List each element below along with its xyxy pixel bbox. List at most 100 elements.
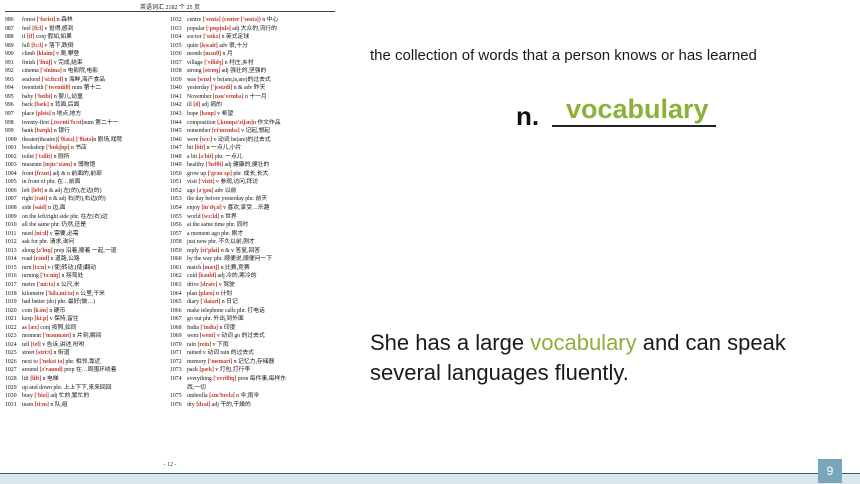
vocab-entry: 1008 side [said] n 边,面: [5, 204, 165, 213]
vocab-entry-text: soccer ['sɒkə] n 英式足球: [187, 34, 250, 41]
vocab-entry-number: 1071: [170, 350, 182, 357]
vocab-entry: 1010 all the same phr. 仍然,还是: [5, 221, 165, 230]
vocab-entry-text: match [mætʃ] n 比赛,竞赛: [187, 264, 250, 271]
vocab-entry-text: left [left] n & adj 左(的),左边(的): [22, 187, 102, 194]
vocab-entry-text: next to ['nekst tə] phr. 相邻,靠近: [22, 358, 101, 365]
vocab-entry-text: at the same time phr. 同时: [187, 222, 249, 229]
vocab-entry: 997 place [pleis] n 地点,地方: [5, 110, 165, 119]
vocab-entry-number: 988: [5, 34, 14, 41]
vocab-entry-text: lift [lift] n 电梯: [22, 375, 59, 382]
vocab-entry-text: metre ['mi:tə] n 公尺,米: [22, 281, 80, 288]
vocab-entry-number: 1041: [170, 93, 182, 100]
vocab-entry-text: just now phr. 不久以前,刚才: [187, 239, 255, 246]
vocab-entry-number: 1010: [5, 222, 17, 229]
vocab-entry-number: 1036: [170, 51, 182, 58]
vocab-entry: 1025 street [stri:t] n 街道: [5, 349, 165, 358]
vocab-entry-number: 1012: [5, 239, 17, 246]
vocab-entry: 1036 month [mʌnθ] n 月: [170, 50, 335, 59]
vocab-entry: 992 cinema ['sinimə] n 电影院,电影: [5, 67, 165, 76]
vocab-entry-text: side [said] n 边,面: [22, 205, 66, 212]
vocab-entry-number: 1031: [5, 401, 17, 408]
vocab-entry: 1067 go out phr. 外出,到外面: [170, 315, 335, 324]
vocab-entry-number: 1052: [170, 187, 182, 194]
vocab-entry: 1026 next to ['nekst tə] phr. 相邻,靠近: [5, 358, 165, 367]
vocab-entry-number: 991: [5, 59, 14, 66]
vocab-entry-number: 1066: [170, 307, 182, 314]
vocab-entry-number: 1009: [5, 213, 17, 220]
vocab-entry-number: 1003: [5, 162, 17, 169]
vocab-entry-number: 1026: [5, 358, 17, 365]
vocab-entry: 999 bank [bæŋk] n 银行: [5, 127, 165, 136]
vocab-entry: 1042 ill [il] adj 病的: [170, 101, 335, 110]
vocab-entry-text: baby ['beibi] n 婴儿,幼童: [22, 93, 83, 100]
vocab-entry-number: 1063: [170, 281, 182, 288]
vocab-entry-text: strong [strɒŋ] adj 强壮的,坚强的: [187, 68, 267, 75]
vocab-entry-number: 1040: [170, 85, 182, 92]
vocab-entry-number: 1035: [170, 42, 182, 49]
vocab-entry-text: rained v 动词 rain 的过去式: [187, 350, 254, 357]
vocab-entry-number: 1067: [170, 316, 182, 323]
vocab-entry: 1043 hope [həup] v 希望: [170, 110, 335, 119]
definition-text: the collection of words that a person kn…: [370, 47, 757, 64]
vocab-entry: 991 finish ['finiʃ] v 完成,结束: [5, 59, 165, 68]
vocab-list-header: 英语词汇 2182 个 25 页: [139, 5, 200, 11]
vocab-entry-text: hope [həup] v 希望: [187, 111, 234, 118]
vocab-entry-number: 1013: [5, 247, 17, 254]
vocab-entry-text: enjoy [in'dʒɔi] v 喜欢,享受…乐趣: [187, 205, 270, 212]
vocab-entry-number: 1056: [170, 222, 182, 229]
vocab-entry: 998 twenty-first [,twenti'fɜ:st]num 第二十一: [5, 119, 165, 128]
vocab-entry-number: 1004: [5, 170, 17, 177]
vocab-entry-text: keep [ki:p] v 保持,留住: [22, 316, 79, 323]
vocab-entry-text: month [mʌnθ] n 月: [187, 51, 233, 58]
vocab-entry-number: 1072: [170, 358, 182, 365]
vocab-entry: 1074 everything ['evriθiŋ] pron 每件事,每样东: [170, 375, 335, 384]
vocab-entry-text: reply [ri'plai] n & v 答复,回答: [187, 247, 261, 254]
vocab-entry-text: ill [il] adj 病的: [187, 102, 222, 109]
vocab-entry: 1063 drive [draiv] v 驾驶: [170, 281, 335, 290]
vocab-entry-number: 1065: [170, 299, 182, 306]
vocab-entry: 1040 yesterday ['jestədi] n & adv 昨天: [170, 84, 335, 93]
vocab-entry-number: 992: [5, 68, 14, 75]
vocab-entry-number: 1032: [170, 17, 182, 23]
vocab-entry-number: 1014: [5, 256, 17, 263]
vocab-entry: 1057 a moment ago phr. 刚才: [170, 230, 335, 239]
vocab-entry: 993 seafood ['si:fu:d] n 海鲜,海产食品: [5, 76, 165, 85]
vocab-entry-text: all the same phr. 仍然,还是: [22, 222, 87, 229]
vocab-entry: 1073 pack [pæk] v 打包,打行李: [170, 366, 335, 375]
vocab-column-right: 1032 centre ['sentə] (center ['sentə]) n …: [170, 16, 335, 409]
vocab-entry: 1009 on the left/right side phr. 在左(右)边: [5, 213, 165, 222]
vocab-entry-number: 1008: [5, 205, 17, 212]
vocab-entry-text: diary ['daiəri] n 日记: [187, 299, 238, 306]
vocab-entry: 1016 turning ['tɜ:niŋ] n 拐弯处: [5, 272, 165, 281]
vocab-entry-number: 1024: [5, 341, 17, 348]
vocab-entry-number: 1007: [5, 196, 17, 203]
vocab-entry-number: 1017: [5, 281, 17, 288]
vocab-entry: 1024 tell [tel] v 告诉,讲述,吩咐: [5, 341, 165, 350]
vocab-entry: 1064 plan [plæn] n 计划: [170, 290, 335, 299]
vocab-entry: 1032 centre ['sentə] (center ['sentə]) n …: [170, 16, 335, 25]
vocab-entry-number: 1002: [5, 153, 17, 160]
vocab-entry-text: the day before yesterday phr. 前天: [187, 196, 268, 203]
vocab-entry: 1044 composition [,kɒmpə'ziʃən]n 作文作品: [170, 119, 335, 128]
vocab-entry-number: 994: [5, 85, 14, 92]
vocab-entry-number: 1068: [170, 324, 182, 331]
vocab-entry-text: drive [draiv] v 驾驶: [187, 281, 235, 288]
vocab-entry-number: 1037: [170, 59, 182, 66]
vocab-entry-text: back [bæk] n 背面,后面: [22, 102, 80, 109]
footer-band: [0, 474, 860, 484]
vocab-entry-number: 1060: [170, 256, 182, 263]
vocab-entry: 1011 need [ni:d] v 需要,必需: [5, 230, 165, 239]
vocab-entry: 1055 world [wɜ:ld] n 世界: [170, 213, 335, 222]
vocab-entry-number: 990: [5, 51, 14, 58]
vocab-entry-text: quite [kwait] adv 很,十分: [187, 42, 248, 49]
vocab-entry-text: theater(theatre)['θiətə] ['θiətə]n 剧场,戏院: [22, 136, 123, 143]
vocab-entry-number: 1034: [170, 34, 182, 41]
vocab-entry-text: need [ni:d] v 需要,必需: [22, 230, 79, 237]
vocab-entry: 1012 ask for phr. 请求,询问: [5, 238, 165, 247]
answer-blank-line: [552, 125, 716, 127]
vocab-entry-text: turning ['tɜ:niŋ] n 拐弯处: [22, 273, 84, 280]
vocab-entry-number: 1018: [5, 290, 17, 297]
vocab-entry-text: museum [mju:'ziəm] n 博物馆: [22, 162, 96, 169]
vocab-entry-text: kilometre ['kilə,mi:tə] n 公里,千米: [22, 290, 105, 297]
vocab-entry-text: along [ə'lɒŋ] prep 沿着,顺着 一起,一道: [22, 247, 117, 254]
